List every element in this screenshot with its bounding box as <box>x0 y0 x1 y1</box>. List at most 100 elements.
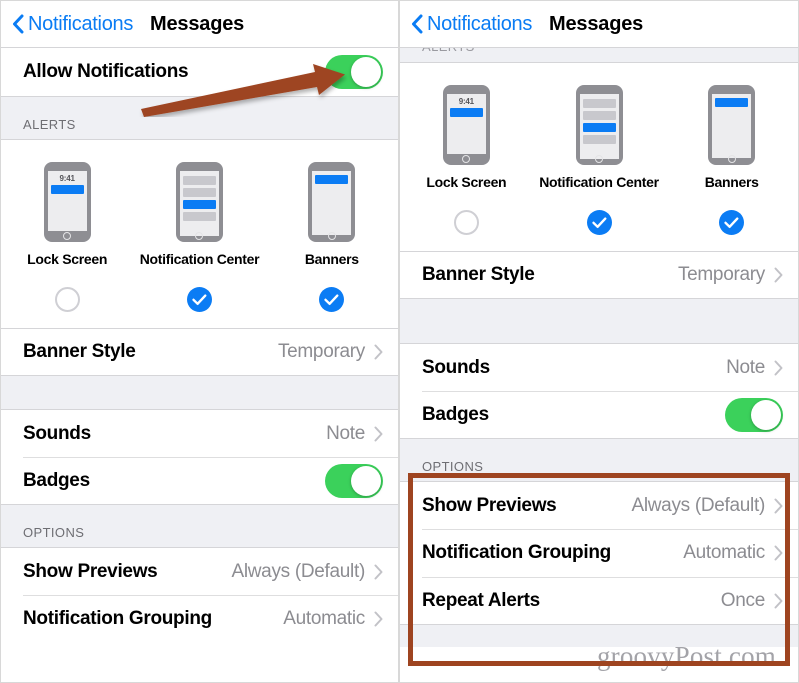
chevron-right-icon <box>774 593 783 608</box>
sounds-row[interactable]: Sounds Note <box>400 343 798 391</box>
lock-screen-clock: 9:41 <box>59 174 75 183</box>
selector-notification-center[interactable] <box>533 210 666 235</box>
checkmark-circle-icon[interactable] <box>186 287 212 312</box>
notification-bar <box>582 111 616 120</box>
alerts-section-header: ALERTS <box>1 96 398 139</box>
toggle-knob <box>751 399 781 430</box>
notification-bar <box>582 135 616 144</box>
notification-bar <box>315 175 349 184</box>
repeat-alerts-label: Repeat Alerts <box>422 589 540 611</box>
badges-row[interactable]: Badges <box>1 457 398 505</box>
show-previews-row[interactable]: Show Previews Always (Default) <box>400 481 798 529</box>
right-phone-screenshot: Notifications Messages ALERTS 9:41 Lock … <box>399 0 799 683</box>
back-button-label[interactable]: Notifications <box>427 13 532 36</box>
alert-style-banners[interactable]: Banners <box>665 85 798 190</box>
show-previews-value: Always (Default) <box>231 560 365 582</box>
home-button-icon <box>195 232 204 240</box>
alert-style-picker: 9:41 Lock Screen Notification Center Ban… <box>1 139 398 273</box>
notification-bar <box>715 98 749 107</box>
back-button-label[interactable]: Notifications <box>28 13 133 36</box>
badges-row[interactable]: Badges <box>400 391 798 439</box>
section-gap <box>400 299 798 343</box>
sounds-value: Note <box>726 356 765 378</box>
phone-banner-icon <box>308 162 356 242</box>
radio-unselected-icon[interactable] <box>453 210 479 235</box>
alert-style-picker: 9:41 Lock Screen Notification Center Ban… <box>400 62 798 196</box>
radio-unselected-icon[interactable] <box>54 287 80 312</box>
banner-style-row[interactable]: Banner Style Temporary <box>1 328 398 376</box>
notification-grouping-row[interactable]: Notification Grouping Automatic <box>1 595 398 643</box>
notification-grouping-row[interactable]: Notification Grouping Automatic <box>400 529 798 577</box>
chevron-right-icon <box>374 611 383 627</box>
badges-label: Badges <box>422 403 489 425</box>
phone-notification-center-icon <box>175 162 223 242</box>
screenshot-root: Notifications Messages Allow Notificatio… <box>0 0 799 683</box>
phone-lock-screen-icon: 9:41 <box>442 85 490 165</box>
alert-style-notification-center[interactable]: Notification Center <box>533 85 666 190</box>
alert-style-banners[interactable]: Banners <box>266 162 398 267</box>
badges-toggle[interactable] <box>725 397 783 432</box>
alert-style-lock-screen[interactable]: 9:41 Lock Screen <box>1 162 133 267</box>
page-title: Messages <box>150 12 245 35</box>
alert-style-lock-screen[interactable]: 9:41 Lock Screen <box>400 85 533 190</box>
repeat-alerts-row[interactable]: Repeat Alerts Once <box>400 577 798 625</box>
badges-label: Badges <box>23 469 90 491</box>
alert-style-caption: Lock Screen <box>426 174 507 190</box>
selector-banners[interactable] <box>266 287 398 312</box>
notification-bar <box>582 99 616 108</box>
chevron-left-icon[interactable] <box>12 14 24 34</box>
left-phone-screenshot: Notifications Messages Allow Notificatio… <box>0 0 399 683</box>
alert-style-notification-center[interactable]: Notification Center <box>133 162 265 267</box>
repeat-alerts-value: Once <box>720 589 766 611</box>
home-button-icon <box>63 232 72 240</box>
navigation-bar: Notifications Messages <box>1 1 398 48</box>
alert-style-selectors <box>400 196 798 251</box>
phone-banner-icon <box>708 85 756 165</box>
chevron-right-icon <box>774 545 783 561</box>
allow-notifications-toggle[interactable] <box>325 55 383 89</box>
banner-style-label: Banner Style <box>422 264 535 285</box>
allow-notifications-row[interactable]: Allow Notifications <box>1 48 398 96</box>
sounds-row[interactable]: Sounds Note <box>1 409 398 457</box>
allow-notifications-label: Allow Notifications <box>23 61 189 82</box>
home-button-icon <box>595 155 603 163</box>
selector-banners[interactable] <box>665 210 798 235</box>
options-section-header: OPTIONS <box>400 439 798 481</box>
selector-lock-screen[interactable] <box>400 210 533 235</box>
alert-style-caption: Banners <box>304 251 359 267</box>
selector-lock-screen[interactable] <box>1 287 133 312</box>
notification-bar <box>449 108 483 117</box>
checkmark-circle-icon[interactable] <box>719 210 745 235</box>
chevron-right-icon <box>774 360 783 375</box>
notification-bar <box>182 176 216 185</box>
notification-bar <box>182 212 216 221</box>
banner-style-row[interactable]: Banner Style Temporary <box>400 251 798 299</box>
home-button-icon <box>462 155 471 163</box>
checkmark-circle-icon[interactable] <box>319 287 345 312</box>
alert-style-caption: Notification Center <box>139 251 260 267</box>
badges-toggle[interactable] <box>325 463 383 498</box>
banner-style-value: Temporary <box>277 341 365 362</box>
show-previews-label: Show Previews <box>422 494 557 516</box>
checkmark-circle-icon[interactable] <box>586 210 612 235</box>
selector-notification-center[interactable] <box>133 287 265 312</box>
options-section-header: OPTIONS <box>1 505 398 547</box>
sounds-label: Sounds <box>23 422 91 444</box>
chevron-right-icon <box>774 498 783 513</box>
alert-style-caption: Lock Screen <box>27 251 108 267</box>
alert-style-caption: Banners <box>704 174 759 190</box>
chevron-right-icon <box>774 267 783 283</box>
settings-scroll-body: ALERTS 9:41 Lock Screen <box>400 48 798 647</box>
notification-bar <box>182 200 216 209</box>
notification-grouping-label: Notification Grouping <box>23 608 212 629</box>
toggle-knob <box>351 57 381 87</box>
home-button-icon <box>727 155 736 163</box>
banner-style-value: Temporary <box>677 264 765 285</box>
show-previews-row[interactable]: Show Previews Always (Default) <box>1 547 398 595</box>
section-gap <box>1 376 398 409</box>
alerts-section-header-clipped: ALERTS <box>400 48 798 62</box>
alert-style-selectors <box>1 273 398 328</box>
chevron-right-icon <box>374 426 383 441</box>
notification-grouping-value: Automatic <box>683 542 765 563</box>
chevron-left-icon[interactable] <box>411 14 423 34</box>
